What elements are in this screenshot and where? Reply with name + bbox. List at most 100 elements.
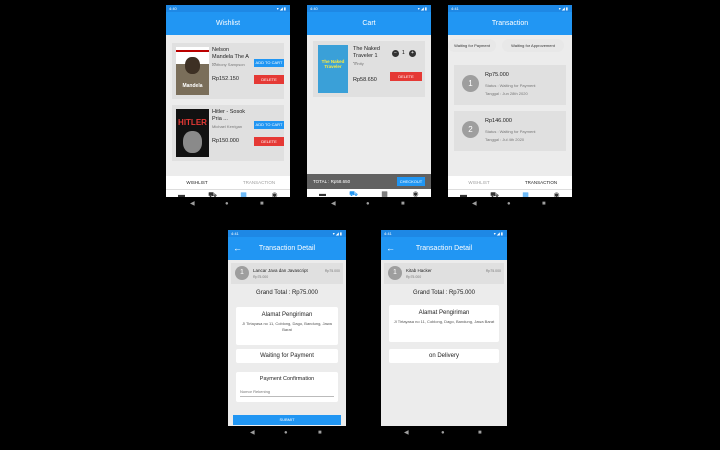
book-title: Hitler - Sosok Pria ... [212,109,246,122]
status-bar: 4:40 ▾◢▮ [166,5,290,12]
transaction-number: 2 [462,121,479,138]
book-price: Rp58.650 [353,77,377,83]
back-arrow-icon[interactable]: ← [233,237,242,260]
quantity-value: 1 [402,50,405,56]
minus-button[interactable]: − [392,50,399,57]
transaction-content: Waiting for Payment Waiting for Approvem… [448,35,572,209]
grand-total: Grand Total : Rp75.000 [413,290,475,296]
submit-button[interactable]: SUBMIT [233,415,341,425]
status-bar: 4:41 ▾◢▮ [381,230,507,237]
filter-chip-waiting-payment[interactable]: Waiting for Payment [448,39,496,52]
recent-nav-icon[interactable]: ■ [318,426,322,440]
filter-chip-waiting-approvement[interactable]: Waiting for Approvement [502,39,564,52]
item-subtotal: Rp75.000 [324,269,340,273]
item-subtotal: Rp75.000 [485,269,501,273]
home-nav-icon[interactable]: ● [225,197,229,211]
page-title: Wishlist [215,20,241,27]
back-nav-icon[interactable]: ◀ [404,426,409,440]
back-nav-icon[interactable]: ◀ [331,197,336,211]
book-cover: The Naked Traveler [318,45,348,93]
item-price: Rp75.000 [406,275,422,279]
app-bar: ← Transaction Detail [381,237,507,260]
book-price: Rp152.150 [212,76,239,82]
book-author: Anthony Sampson [212,62,245,67]
delete-button[interactable]: DELETE [254,75,284,84]
delete-button[interactable]: DELETE [390,72,422,81]
system-nav-bar: ◀ ● ■ [448,197,572,211]
transaction-detail-screen: 4:41 ▾◢▮ ← Transaction Detail 1 Kitab Hac… [381,230,507,440]
status-bar: 4:40 ▾◢▮ [307,5,431,12]
cart-screen: 4:40 ▾◢▮ Cart The Naked Traveler The Nake… [307,5,431,211]
home-nav-icon[interactable]: ● [507,197,511,211]
item-number: 1 [388,266,402,280]
transaction-amount: Rp75.000 [485,72,509,78]
recent-nav-icon[interactable]: ■ [478,426,482,440]
app-bar: Wishlist [166,12,290,35]
home-nav-icon[interactable]: ● [441,426,445,440]
book-author: Michael Kerrigan [212,124,243,129]
back-nav-icon[interactable]: ◀ [250,426,255,440]
transaction-number: 1 [462,75,479,92]
status-bar: 4:41 ▾◢▮ [228,230,346,237]
payment-confirmation-title: Payment Confirmation [259,376,315,382]
transaction-status: Status : Waiting for Payment [485,83,536,88]
address-text: Jl Tirtayasa no 11, Coblong, Dago, Bandu… [393,319,495,324]
transaction-detail-screen: 4:41 ▾◢▮ ← Transaction Detail 1 Lancar Ja… [228,230,346,440]
detail-content: 1 Lancar Java dan Javascript Rp75.000 Rp… [228,260,346,426]
tab-wishlist[interactable]: WISHLIST [166,176,228,190]
address-box: Alamat Pengiriman Jl Tirtayasa no 11, Co… [236,307,338,345]
transaction-screen: 4:41 ▾◢▮ Transaction Waiting for Payment … [448,5,572,211]
page-title: Cart [362,20,376,27]
wishlist-card[interactable]: Mandela Nelson Mandela The A ... Anthony… [172,43,284,99]
status-bar: 4:41 ▾◢▮ [448,5,572,12]
transaction-status: Status : Waiting for Payment [485,129,536,134]
payment-confirmation-box: Payment Confirmation [236,372,338,402]
home-nav-icon[interactable]: ● [366,197,370,211]
grand-total: Grand Total : Rp75.000 [256,290,318,296]
add-to-cart-button[interactable]: ADD TO CART [254,59,284,67]
transaction-card[interactable]: 2 Rp146.000 Status : Waiting for Payment… [454,111,566,151]
book-cover: HITLER [176,109,209,157]
back-nav-icon[interactable]: ◀ [472,197,477,211]
delete-button[interactable]: DELETE [254,137,284,146]
order-item: 1 Kitab Hacker Rp75.000 Rp75.000 [384,263,504,284]
system-nav-bar: ◀ ● ■ [307,197,431,211]
item-price: Rp75.000 [253,275,269,279]
dashboard-tabs: WISHLIST TRANSACTION [448,176,572,190]
cart-item-card[interactable]: The Naked Traveler The Naked Traveler 1 … [313,41,425,97]
detail-content: 1 Kitab Hacker Rp75.000 Rp75.000 Grand T… [381,260,507,426]
back-arrow-icon[interactable]: ← [386,237,395,260]
app-bar: Transaction [448,12,572,35]
book-author: Trinity [353,61,364,66]
cart-content: The Naked Traveler The Naked Traveler 1 … [307,35,431,208]
address-title: Alamat Pengiriman [418,310,470,316]
tab-transaction[interactable]: TRANSACTION [228,176,290,189]
system-nav-bar: ◀ ● ■ [381,426,507,440]
transaction-date: Tanggal : Jun 28th 2020 [485,91,528,96]
transaction-card[interactable]: 1 Rp75.000 Status : Waiting for Payment … [454,65,566,105]
address-text: Jl Tirtayasa no 11, Coblong, Dago, Bandu… [242,321,332,332]
home-nav-icon[interactable]: ● [284,426,288,440]
account-number-input[interactable] [240,387,334,397]
plus-button[interactable]: + [409,50,416,57]
app-bar: Cart [307,12,431,35]
page-title: Transaction [491,20,529,27]
transaction-amount: Rp146.000 [485,118,512,124]
add-to-cart-button[interactable]: ADD TO CART [254,121,284,129]
address-box: Alamat Pengiriman Jl Tirtayasa no 11, Co… [389,305,499,342]
back-nav-icon[interactable]: ◀ [190,197,195,211]
app-bar: ← Transaction Detail [228,237,346,260]
item-number: 1 [235,266,249,280]
item-name: Lancar Java dan Javascript [253,268,308,273]
item-name: Kitab Hacker [406,268,432,273]
wishlist-screen: 4:40 ▾◢▮ Wishlist Mandela Nelson Mandela … [166,5,290,211]
tab-transaction[interactable]: TRANSACTION [510,176,572,190]
recent-nav-icon[interactable]: ■ [260,197,264,211]
address-title: Alamat Pengiriman [261,312,313,318]
order-status: Waiting for Payment [236,349,338,363]
recent-nav-icon[interactable]: ■ [542,197,546,211]
wishlist-card[interactable]: HITLER Hitler - Sosok Pria ... Michael K… [172,105,284,161]
checkout-button[interactable]: CHECKOUT [397,177,425,186]
tab-wishlist[interactable]: WISHLIST [448,176,510,189]
recent-nav-icon[interactable]: ■ [401,197,405,211]
